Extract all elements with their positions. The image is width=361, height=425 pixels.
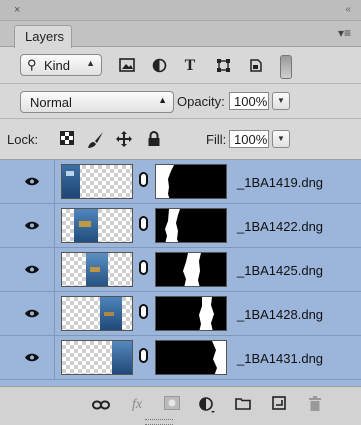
layer-mask-thumbnail[interactable]: [155, 296, 227, 331]
layer-row[interactable]: _1BA1431.dng: [0, 336, 361, 380]
link-layers-icon[interactable]: [92, 396, 110, 414]
eye-icon[interactable]: [24, 175, 40, 189]
layer-row[interactable]: _1BA1428.dng: [0, 292, 361, 336]
filter-kind-label: Kind: [44, 58, 71, 73]
layer-thumbnail[interactable]: [61, 164, 133, 199]
layer-row[interactable]: _1BA1425.dng: [0, 248, 361, 292]
layer-mask-thumbnail[interactable]: [155, 340, 227, 375]
filter-toggle-switch[interactable]: [280, 55, 292, 79]
layer-thumbnail[interactable]: [61, 340, 133, 375]
opacity-field[interactable]: 100%: [229, 92, 269, 110]
link-icon[interactable]: [139, 172, 148, 187]
filter-kind-select[interactable]: ⚲ Kind ▲: [20, 54, 102, 76]
layer-thumbnail[interactable]: [61, 252, 133, 287]
layer-name[interactable]: _1BA1422.dng: [237, 219, 323, 234]
layer-name[interactable]: _1BA1419.dng: [237, 175, 323, 190]
blend-row: Normal ▲ Opacity: 100% ▼: [0, 84, 361, 119]
new-group-icon[interactable]: [234, 396, 252, 414]
lock-transparent-pixels-icon[interactable]: [58, 131, 76, 149]
lock-all-icon[interactable]: [145, 131, 163, 149]
layer-style-icon[interactable]: fx: [128, 396, 146, 414]
blend-mode-value: Normal: [30, 95, 72, 110]
tab-strip: Layers ▾≡: [0, 21, 361, 48]
opacity-slider-button[interactable]: ▼: [272, 92, 290, 110]
lock-image-pixels-icon[interactable]: [87, 131, 105, 149]
type-filter-icon[interactable]: T: [181, 58, 199, 74]
visibility-column: [0, 248, 55, 292]
link-icon[interactable]: [139, 260, 148, 275]
add-mask-icon[interactable]: [163, 396, 181, 414]
lock-row: Lock: Fill: 100% ▼: [0, 119, 361, 160]
layer-name[interactable]: _1BA1431.dng: [237, 351, 323, 366]
fill-field[interactable]: 100%: [229, 130, 269, 148]
stepper-arrows-icon: ▲: [158, 95, 167, 105]
opacity-label: Opacity:: [177, 94, 225, 109]
visibility-column: [0, 160, 55, 204]
delete-layer-icon[interactable]: [306, 396, 324, 414]
eye-icon[interactable]: [24, 263, 40, 277]
visibility-column: [0, 204, 55, 248]
adjustment-filter-icon[interactable]: [150, 58, 168, 74]
eye-icon[interactable]: [24, 351, 40, 365]
layers-bottom-toolbar: fx: [0, 386, 361, 425]
tab-layers[interactable]: Layers: [14, 25, 72, 48]
layer-row[interactable]: _1BA1419.dng: [0, 160, 361, 204]
eye-icon[interactable]: [24, 307, 40, 321]
link-icon[interactable]: [139, 348, 148, 363]
layer-name[interactable]: _1BA1428.dng: [237, 307, 323, 322]
layer-thumbnail[interactable]: [61, 208, 133, 243]
filter-row: ⚲ Kind ▲ T: [0, 47, 361, 84]
new-layer-icon[interactable]: [270, 396, 288, 414]
panel-title-bar: × «: [0, 0, 361, 21]
stepper-arrows-icon: ▲: [86, 58, 95, 68]
fill-slider-button[interactable]: ▼: [272, 130, 290, 148]
layer-mask-thumbnail[interactable]: [155, 164, 227, 199]
panel-menu-icon[interactable]: ▾≡: [338, 26, 351, 40]
lock-position-icon[interactable]: [115, 131, 133, 149]
layer-mask-thumbnail[interactable]: [155, 208, 227, 243]
layer-row[interactable]: _1BA1422.dng: [0, 204, 361, 248]
close-icon[interactable]: ×: [14, 3, 20, 17]
adjustment-layer-icon[interactable]: [198, 396, 216, 414]
fill-label: Fill:: [206, 132, 227, 147]
eye-icon[interactable]: [24, 219, 40, 233]
link-icon[interactable]: [139, 216, 148, 231]
visibility-column: [0, 336, 55, 380]
pixel-filter-icon[interactable]: [118, 58, 136, 74]
smart-object-filter-icon[interactable]: [246, 58, 264, 74]
layers-panel: × « Layers ▾≡ ⚲ Kind ▲ T Normal ▲ Opacit…: [0, 0, 361, 425]
search-icon: ⚲: [27, 57, 37, 72]
lock-label: Lock:: [7, 132, 39, 147]
collapse-icon[interactable]: «: [345, 3, 350, 17]
layer-thumbnail[interactable]: [61, 296, 133, 331]
layer-mask-thumbnail[interactable]: [155, 252, 227, 287]
resize-grip[interactable]: [145, 419, 173, 425]
link-icon[interactable]: [139, 304, 148, 319]
shape-filter-icon[interactable]: [214, 58, 232, 74]
blend-mode-select[interactable]: Normal ▲: [20, 91, 174, 113]
tab-layers-label: Layers: [25, 29, 65, 44]
layers-list: _1BA1419.dng _1BA1422.dng _1BA1425.dng _…: [0, 160, 361, 386]
visibility-column: [0, 292, 55, 336]
layer-name[interactable]: _1BA1425.dng: [237, 263, 323, 278]
